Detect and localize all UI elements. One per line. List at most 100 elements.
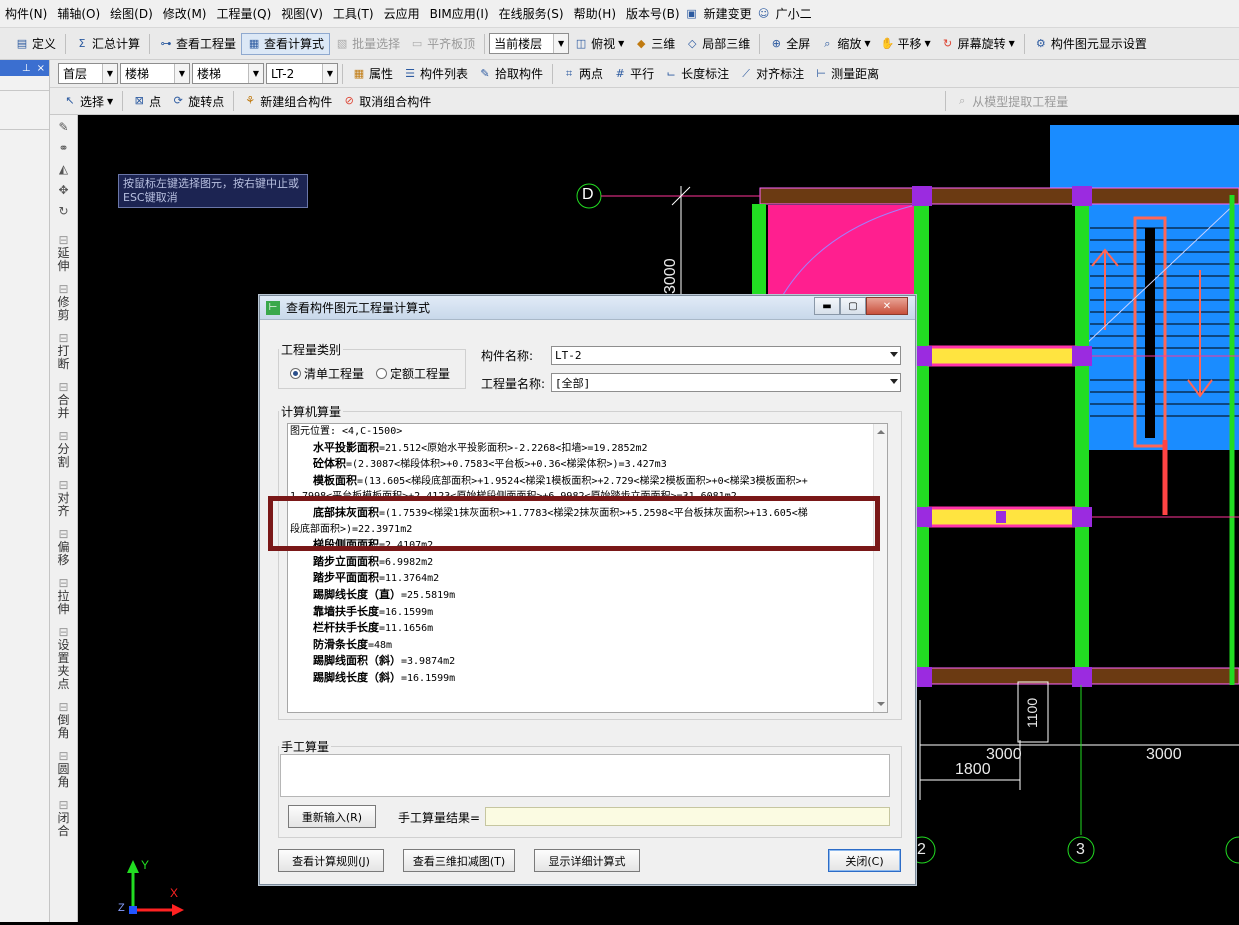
scroll-up-icon[interactable] [877,430,885,434]
calc-line-name: 栏杆扶手长度 [313,621,379,635]
close-window-button[interactable]: ✕ [866,297,908,315]
extract-model-button[interactable]: ⌕ 从模型提取工程量 [950,90,1073,112]
top-view-icon: ◫ [575,36,587,50]
top-view-button[interactable]: ◫ 俯视 ▼ [569,33,629,55]
menu-item[interactable]: 工具(T) [328,5,379,22]
close-button[interactable]: 关闭(C) [828,849,901,872]
floor-scope-select[interactable]: 当前楼层 ▼ [489,33,570,54]
rotate-point-button[interactable]: ⟳ 旋转点 [166,90,229,112]
menu-item[interactable]: 云应用 [379,5,425,22]
menu-item[interactable]: BIM应用(I) [425,5,494,22]
qty-name-select[interactable]: [全部] [551,373,901,392]
vertical-tool-4[interactable]: ⊟ 分割 [56,430,72,469]
vertical-tool-1[interactable]: ⊟ 修剪 [56,283,72,322]
menu-item[interactable]: 绘图(D) [105,5,158,22]
toolbar-separator [552,63,554,84]
radio-quota-qty[interactable]: 定额工程量 [376,365,450,382]
new-group-button[interactable]: ⚘ 新建组合构件 [238,90,337,112]
aligned-dim-button[interactable]: ⟋ 对齐标注 [734,63,809,85]
flush-slab-button[interactable]: ▭ 平齐板顶 [405,33,480,55]
new-group-icon: ⚘ [245,94,256,107]
calc-line: 靠墙扶手长度=16.1599m [288,604,887,621]
view-3d-deduct-button[interactable]: 查看三维扣减图(T) [403,849,515,872]
tool-icon-1[interactable]: ⚭ [56,142,72,155]
tool-icon-3[interactable]: ✥ [56,184,72,197]
summary-button[interactable]: Σ 汇总计算 [70,33,145,55]
properties-button[interactable]: ▦ 属性 [347,63,398,85]
aligned-dim-icon: ⟋ [742,66,750,80]
menu-item[interactable]: 版本号(B) [621,5,685,22]
vertical-tool-6[interactable]: ⊟ 偏移 [56,528,72,567]
pick-member-button[interactable]: ✎ 拾取构件 [473,63,548,85]
define-button[interactable]: ▤ 定义 [10,33,61,55]
menu-item[interactable]: 广小二 [771,5,817,22]
member-name-select[interactable]: LT-2 [551,346,901,365]
menu-item[interactable]: 帮助(H) [569,5,621,22]
floor-select[interactable]: 首层 ▼ [58,63,118,84]
vertical-tool-9[interactable]: ⊟ 倒角 [56,701,72,740]
scroll-down-icon[interactable] [877,702,885,706]
batch-select-button[interactable]: ▧ 批量选择 [330,33,405,55]
vertical-tool-3[interactable]: ⊟ 合并 [56,381,72,420]
vertical-tool-5[interactable]: ⊟ 对齐 [56,479,72,518]
vertical-scrollbar[interactable] [873,424,887,712]
length-dim-icon: ⌙ [666,66,676,80]
menu-item[interactable]: 构件(N) [0,5,52,22]
close-icon[interactable]: × [37,63,45,74]
menu-item[interactable]: 新建变更 [699,5,757,22]
calc-line-text: =11.1656m [379,623,434,635]
vertical-tool-2[interactable]: ⊟ 打断 [56,332,72,371]
minimize-button[interactable]: ▬ [814,297,840,315]
vertical-tool-7[interactable]: ⊟ 拉伸 [56,577,72,616]
calc-line-name: 模板面积 [313,473,357,487]
menu-item[interactable]: 辅轴(O) [52,5,105,22]
measure-distance-button[interactable]: ⊢ 测量距离 [809,63,884,85]
vertical-tool-label: 修剪 [57,295,70,322]
tool-icon-2[interactable]: ◭ [56,163,72,176]
maximize-button[interactable]: ▢ [840,297,866,315]
manual-calc-input[interactable] [280,754,890,797]
two-points-button[interactable]: ⌗ 两点 [557,63,608,85]
pan-button[interactable]: ✋ 平移 ▼ [875,33,935,55]
fullscreen-button[interactable]: ⊕ 全屏 [764,33,815,55]
length-dim-button[interactable]: ⌙ 长度标注 [659,63,734,85]
display-settings-button[interactable]: ⚙ 构件图元显示设置 [1029,33,1152,55]
parallel-button[interactable]: # 平行 [608,63,659,85]
view-rules-button[interactable]: 查看计算规则(J) [278,849,384,872]
vertical-tool-0[interactable]: ⊟ 延伸 [56,234,72,273]
3d-button[interactable]: ◆ 三维 [629,33,680,55]
category-select[interactable]: 楼梯 ▼ [120,63,190,84]
member-select[interactable]: LT-2 ▼ [266,63,338,84]
dialog-titlebar[interactable]: ⊢ 查看构件图元工程量计算式 ▬ ▢ ✕ [260,296,915,320]
reinput-button[interactable]: 重新输入(R) [288,805,376,828]
vertical-tool-10[interactable]: ⊟ 圆角 [56,750,72,789]
vertical-tool-11[interactable]: ⊟ 闭合 [56,799,72,838]
view-quantity-button[interactable]: ⊶ 查看工程量 [154,33,241,55]
vertical-tool-label: 圆角 [57,762,70,789]
member-list-button[interactable]: ☰ 构件列表 [398,63,473,85]
beam-mid [914,195,929,685]
calc-line-name: 踏步平面面积 [313,571,379,585]
zoom-button[interactable]: ⌕ 缩放 ▼ [815,33,875,55]
tool-icon-0[interactable]: ✎ [56,121,72,134]
view-formula-button[interactable]: ▦ 查看计算式 [241,32,331,55]
rotate-screen-button[interactable]: ↻ 屏幕旋转 ▼ [936,33,1020,55]
picker-icon: ✎ [480,66,490,80]
menu-item[interactable]: 在线服务(S) [494,5,569,22]
type-select[interactable]: 楼梯 ▼ [192,63,264,84]
local-3d-button[interactable]: ◇ 局部三维 [680,33,755,55]
cancel-group-button[interactable]: ⊘ 取消组合构件 [337,90,436,112]
menu-item[interactable]: 修改(M) [158,5,212,22]
manual-result-field[interactable] [485,807,890,826]
radio-list-qty[interactable]: 清单工程量 [290,365,364,382]
menu-item[interactable]: 工程量(Q) [211,5,276,22]
vertical-tool-8[interactable]: ⊟ 设置夹点 [56,626,72,691]
calc-formula-box[interactable]: 图元位置: <4,C-1500> 水平投影面积=21.512<原始水平投影面积>-… [287,423,888,713]
pin-icon[interactable]: ⊥ [22,63,31,74]
menu-item[interactable]: 视图(V) [276,5,328,22]
show-detail-button[interactable]: 显示详细计算式 [534,849,640,872]
tool-icon-4[interactable]: ↻ [56,205,72,218]
select-button[interactable]: ↖ 选择 ▼ [58,90,118,112]
point-button[interactable]: ⊠ 点 [127,90,166,112]
member-name-label: 构件名称: [481,349,534,363]
